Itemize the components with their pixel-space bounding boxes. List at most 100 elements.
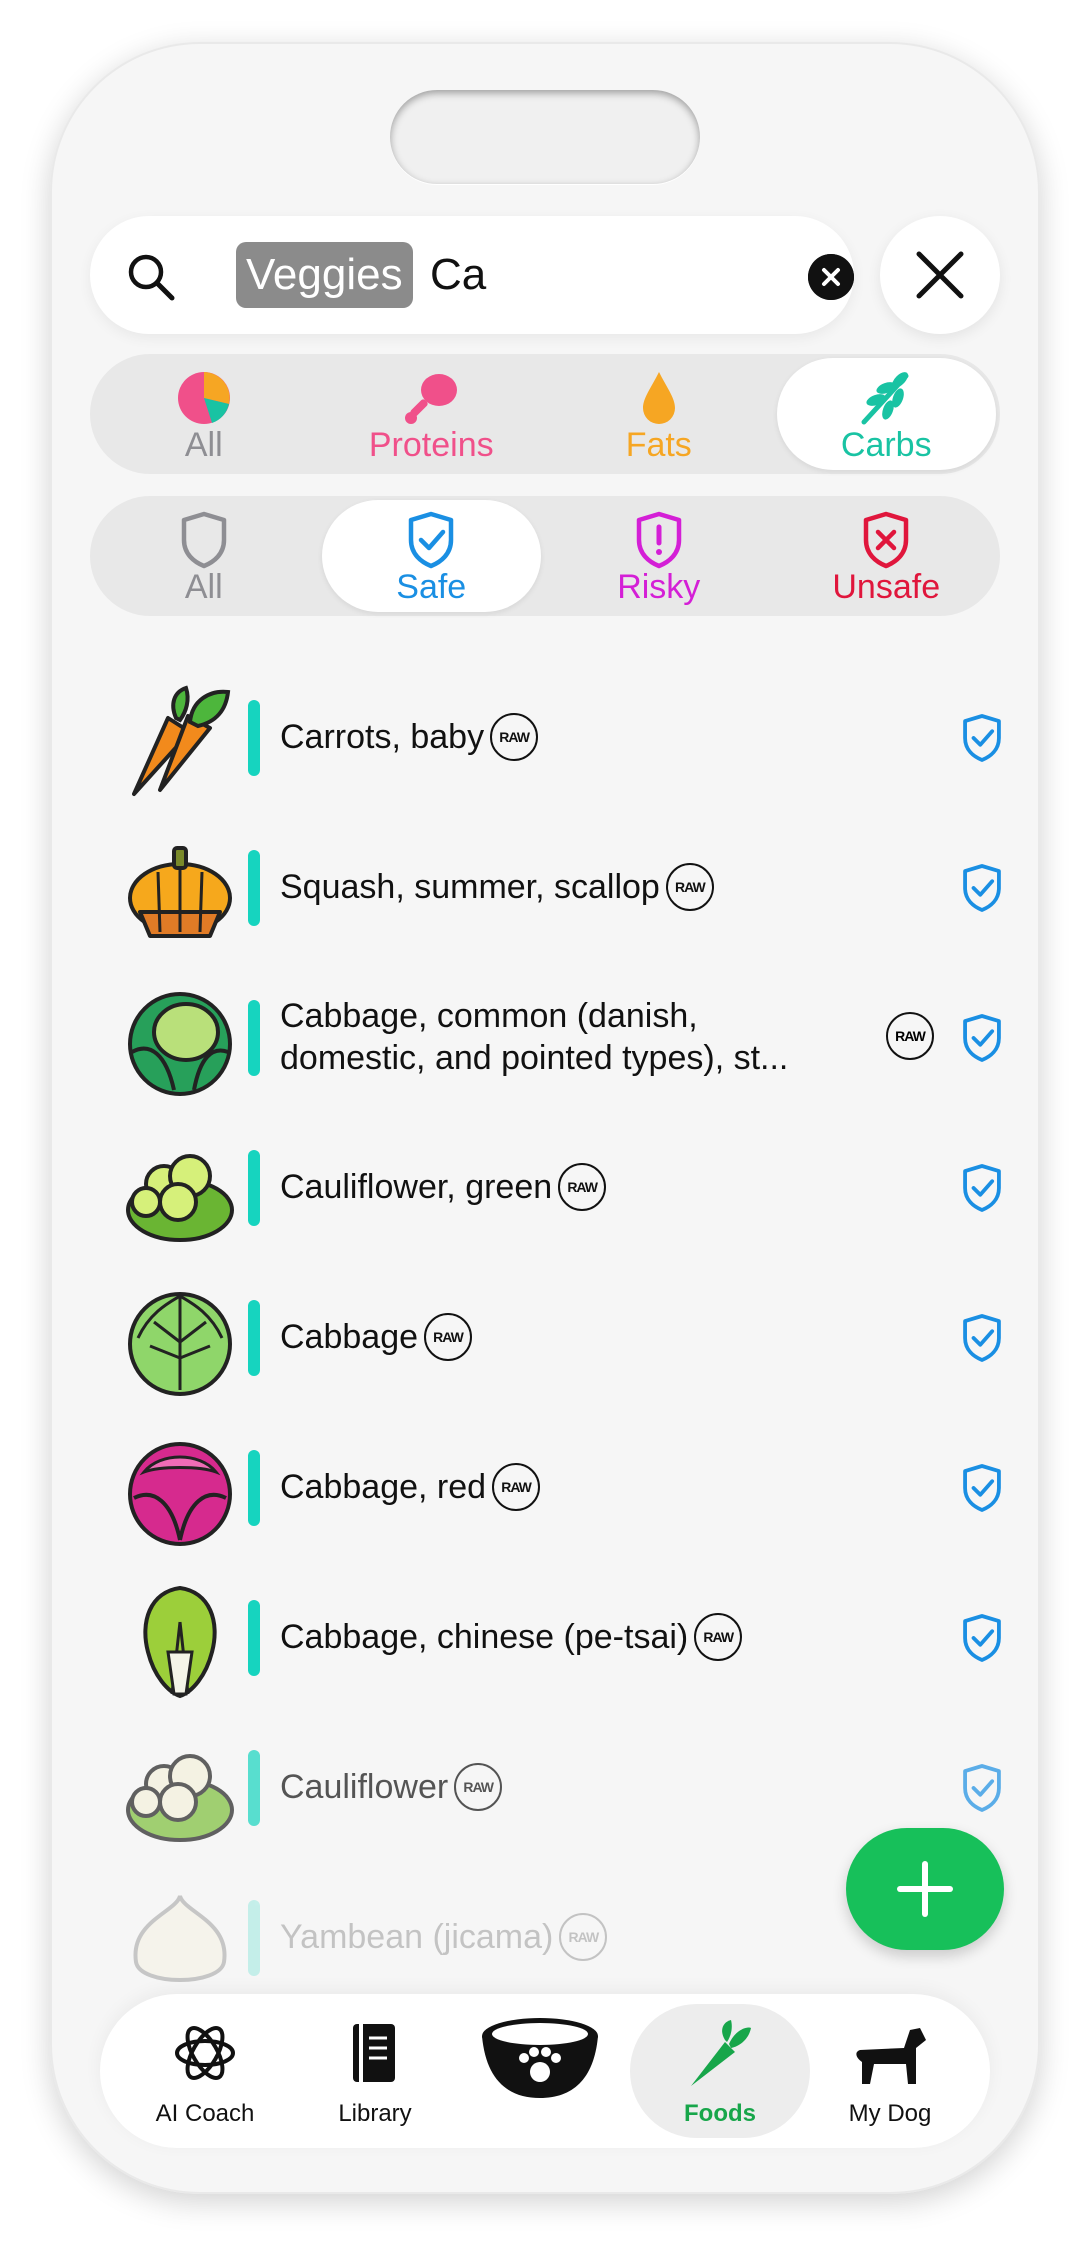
safety-option-safe[interactable]: Safe [321, 500, 541, 612]
raw-badge: RAW [665, 863, 714, 911]
shield-x-icon [864, 511, 909, 569]
food-name: Cabbage [280, 1318, 419, 1356]
shield-check-icon [963, 1164, 1001, 1212]
chinese-cabbage-icon [143, 1585, 217, 1699]
search-icon [128, 254, 175, 301]
food-row[interactable]: Cabbage RAW [110, 1262, 1001, 1412]
food-name: Cauliflower [280, 1768, 449, 1806]
food-name: Cabbage, chinese (pe-tsai) [280, 1618, 689, 1656]
shield-check-icon [963, 1764, 1001, 1812]
food-name: Cabbage, common (danish, domestic, and p… [280, 997, 789, 1077]
phone-frame: Veggies Ca All Proteins Fats Carbs All S… [50, 42, 1040, 2194]
cauliflower-icon [126, 1754, 234, 1842]
shield-check-icon [963, 1614, 1001, 1662]
shield-check-icon [963, 1464, 1001, 1512]
dog-bowl-icon [482, 2018, 598, 2098]
dynamic-island [390, 90, 700, 184]
close-button[interactable] [880, 216, 1000, 334]
safety-filter: All Safe Risky Unsafe [90, 496, 1000, 616]
macro-label-all: All [184, 426, 223, 464]
safety-option-unsafe[interactable]: Unsafe [777, 500, 997, 612]
raw-badge: RAW [492, 1463, 541, 1511]
macro-option-all[interactable]: All [94, 358, 314, 470]
shield-exclaim-icon [636, 511, 681, 569]
macro-option-proteins[interactable]: Proteins [322, 358, 542, 470]
drop-icon [642, 372, 675, 424]
shield-outline-icon [181, 511, 226, 569]
add-food-button[interactable] [846, 1828, 1004, 1950]
raw-badge: RAW [490, 713, 539, 761]
nutrient-bar [248, 1900, 260, 1976]
raw-badge: RAW [694, 1613, 743, 1661]
search-input[interactable]: Ca [430, 242, 486, 308]
macro-label-fats: Fats [625, 426, 692, 464]
macro-label-proteins: Proteins [368, 426, 494, 464]
tab-label: AI Coach [155, 2100, 255, 2127]
book-icon [353, 2024, 395, 2082]
macro-option-carbs[interactable]: Carbs [776, 358, 996, 470]
food-name: Squash, summer, scallop [280, 868, 660, 906]
clear-search-button[interactable] [808, 254, 854, 300]
safety-option-all[interactable]: All [94, 500, 314, 612]
tab-my-dog[interactable]: My Dog [810, 2004, 970, 2138]
drumstick-icon [405, 374, 458, 424]
raw-badge: RAW [558, 1163, 607, 1211]
food-name: Cauliflower, green [280, 1168, 553, 1206]
nutrient-bar [248, 700, 260, 776]
food-name: Yambean (jicama) [280, 1918, 554, 1956]
nutrient-bar [248, 1300, 260, 1376]
macro-filter: All Proteins Fats Carbs [90, 354, 1000, 474]
tab-library[interactable]: Library [300, 2004, 450, 2138]
plus-icon [897, 1861, 953, 1917]
safety-label-all: All [184, 568, 223, 606]
nutrient-bar [248, 1000, 260, 1076]
food-name: Cabbage, red [280, 1468, 487, 1506]
raw-badge: RAW [424, 1313, 473, 1361]
tab-bar: AI Coach Library Foods My Dog [100, 1994, 990, 2148]
search-bar[interactable]: Veggies Ca [90, 216, 854, 334]
tab-foods[interactable]: Foods [630, 2004, 810, 2138]
raw-badge: RAW [886, 1012, 934, 1060]
safety-option-risky[interactable]: Risky [549, 500, 769, 612]
tab-label: Library [338, 2100, 412, 2127]
food-row[interactable]: Cauliflower RAW [110, 1712, 1001, 1862]
jicama-icon [133, 1895, 227, 1982]
tab-label: Foods [684, 2100, 756, 2127]
shield-check-icon [963, 1314, 1001, 1362]
nutrient-bar [248, 1750, 260, 1826]
food-row[interactable]: Carrots, baby RAW [110, 662, 1001, 812]
cauliflower-green-icon [126, 1154, 234, 1242]
macro-option-fats[interactable]: Fats [549, 358, 769, 470]
shield-check-icon [963, 864, 1001, 912]
safety-label-risky: Risky [617, 568, 701, 606]
squash-icon [128, 846, 232, 938]
food-row[interactable]: Cabbage, red RAW [110, 1412, 1001, 1562]
food-row[interactable]: Squash, summer, scallop RAW [110, 812, 1001, 962]
food-row[interactable]: Cabbage, chinese (pe-tsai) RAW [110, 1562, 1001, 1712]
ai-coach-icon [175, 2026, 235, 2080]
search-category-chip[interactable]: Veggies [236, 242, 413, 308]
nutrient-bar [248, 850, 260, 926]
red-cabbage-icon [128, 1442, 232, 1546]
safety-label-safe: Safe [396, 568, 467, 606]
clear-icon [808, 254, 854, 300]
wheat-icon [861, 372, 909, 425]
carrot-tab-icon [691, 2020, 751, 2086]
tab-ai-coach[interactable]: AI Coach [120, 2004, 290, 2138]
pie-chart-icon [177, 372, 230, 424]
raw-badge: RAW [559, 1913, 608, 1961]
close-icon [916, 251, 964, 299]
dog-icon [856, 2028, 926, 2084]
tab-bowl[interactable] [470, 2004, 610, 2138]
carrot-icon [132, 685, 231, 796]
nutrient-bar [248, 1450, 260, 1526]
macro-label-carbs: Carbs [840, 426, 932, 464]
safety-label-unsafe: Unsafe [832, 568, 941, 606]
food-row[interactable]: Cauliflower, green RAW [110, 1112, 1001, 1262]
tab-label: My Dog [848, 2100, 932, 2127]
food-row[interactable]: Cabbage, common (danish, domestic, and p… [110, 962, 1001, 1112]
nutrient-bar [248, 1600, 260, 1676]
nutrient-bar [248, 1150, 260, 1226]
shield-check-icon [963, 714, 1001, 762]
food-name: Carrots, baby [280, 718, 485, 756]
